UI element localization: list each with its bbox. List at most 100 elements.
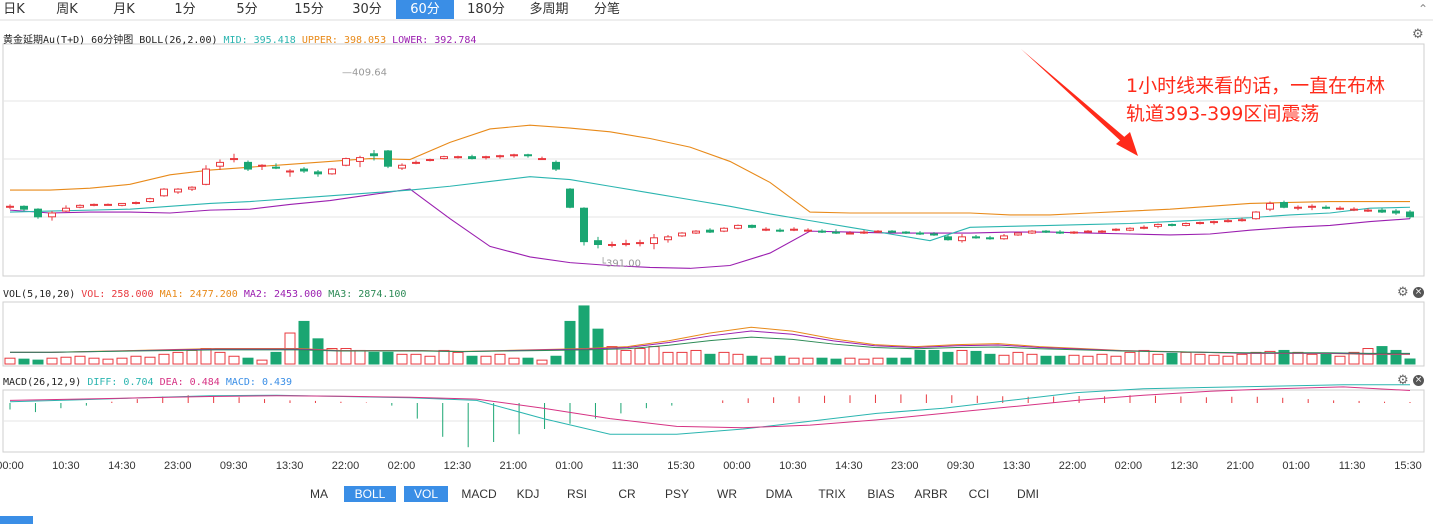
candle-body <box>1392 210 1400 214</box>
candle-body <box>888 230 896 233</box>
candle-body <box>860 231 868 234</box>
volume-bar <box>410 353 422 365</box>
candle-body <box>384 150 392 167</box>
x-axis-tick-label: 22:00 <box>1058 460 1087 472</box>
indicator-tab[interactable]: WR <box>707 486 747 502</box>
volume-bar <box>158 353 170 365</box>
boll-mid-value: MID: 395.418 <box>223 35 296 46</box>
x-axis-tick-label: 00:00 <box>0 460 24 472</box>
candle-body <box>398 164 406 169</box>
candle-body <box>580 207 588 243</box>
macd-header: MACD(26,12,9) DIFF: 0.704 DEA: 0.484 MAC… <box>3 377 292 388</box>
volume-bar <box>788 357 800 365</box>
candle-body <box>440 156 448 160</box>
volume-bar <box>522 357 534 365</box>
candle-body <box>1252 211 1260 220</box>
candle-body <box>664 236 672 241</box>
vol-ma3-line <box>10 336 1410 354</box>
candle-body <box>804 229 812 232</box>
candle-body <box>832 231 840 234</box>
candle-body <box>1084 230 1092 233</box>
candle-body <box>1182 222 1190 226</box>
volume-bar <box>228 355 240 365</box>
volume-bar <box>914 349 926 365</box>
boll-settings-gear-icon[interactable]: ⚙ <box>1412 27 1424 42</box>
candle-body <box>720 227 728 232</box>
volume-bar <box>1334 355 1346 365</box>
volume-bar <box>46 357 58 365</box>
volume-bar <box>74 355 86 365</box>
candle-body <box>258 164 266 167</box>
volume-bar <box>18 358 30 365</box>
indicator-tab[interactable]: MACD <box>454 486 504 502</box>
volume-bar <box>550 355 562 365</box>
candle-body <box>1322 206 1330 209</box>
candle-body <box>1210 221 1218 224</box>
candle-body <box>118 202 126 206</box>
volume-bar <box>1222 355 1234 365</box>
volume-bar <box>1250 351 1262 365</box>
volume-bar <box>242 357 254 365</box>
volume-bar <box>634 348 646 365</box>
indicator-tab[interactable]: DMI <box>1007 486 1049 502</box>
candle-body <box>48 212 56 218</box>
candle-body <box>1406 211 1414 218</box>
volume-bar <box>1194 353 1206 365</box>
candle-body <box>972 236 980 239</box>
volume-bar <box>704 353 716 365</box>
indicator-tab[interactable]: CR <box>607 486 647 502</box>
candle-body <box>944 236 952 241</box>
candle-body <box>1042 230 1050 233</box>
x-axis-tick-label: 23:00 <box>163 460 192 472</box>
corner-tab[interactable] <box>0 516 33 524</box>
indicator-tab[interactable]: ARBR <box>909 486 953 502</box>
volume-bar <box>774 355 786 365</box>
candle-body <box>1000 235 1008 240</box>
volume-bar <box>648 346 660 365</box>
x-axis-tick-label: 01:00 <box>1282 460 1310 472</box>
indicator-tab[interactable]: PSY <box>657 486 697 502</box>
candle-body <box>846 232 854 235</box>
candle-body <box>538 158 546 161</box>
indicator-tab[interactable]: KDJ <box>505 486 551 502</box>
candle-body <box>552 161 560 170</box>
indicator-tab[interactable]: DMA <box>757 486 801 502</box>
candle-body <box>1070 231 1078 234</box>
volume-bar <box>732 353 744 365</box>
indicator-tab[interactable]: BOLL <box>344 486 396 502</box>
macd-settings-gear-icon[interactable]: ⚙ <box>1397 373 1409 388</box>
macd-macd-value: MACD: 0.439 <box>225 377 293 388</box>
volume-bar <box>144 356 156 365</box>
volume-bar <box>256 359 268 365</box>
volume-bar <box>830 358 842 365</box>
vol-settings-gear-icon[interactable]: ⚙ <box>1397 285 1409 300</box>
boll-title: 黄金延期Au(T+D) 60分钟图 BOLL(26,2.00) <box>3 35 218 46</box>
boll-header: 黄金延期Au(T+D) 60分钟图 BOLL(26,2.00) MID: 395… <box>3 31 476 46</box>
candle-body <box>412 161 420 164</box>
macd-close-icon[interactable]: × <box>1413 375 1424 386</box>
vol-value: VOL: 258.000 <box>81 289 154 300</box>
volume-bar <box>886 357 898 365</box>
indicator-tab[interactable]: RSI <box>557 486 597 502</box>
indicator-tab[interactable]: MA <box>296 486 342 502</box>
indicator-tab[interactable]: CCI <box>959 486 999 502</box>
volume-bar <box>1292 351 1304 365</box>
indicator-tab[interactable]: BIAS <box>859 486 903 502</box>
x-axis-tick-label: 09:30 <box>219 460 248 472</box>
candle-body <box>454 156 462 159</box>
indicator-tab-bar: MA BOLL VOL MACD KDJ RSI CR PSY WR DMA TRIX BIAS ARB… <box>0 484 1433 504</box>
vol-ma2-line <box>10 330 1410 355</box>
candle-body <box>230 158 238 161</box>
volume-bar <box>872 357 884 365</box>
candle-body <box>986 237 994 240</box>
annotation-line-2: 轨道393-399区间震荡 <box>1126 103 1320 125</box>
candle-body <box>1280 201 1288 208</box>
volume-bar <box>4 357 16 365</box>
indicator-tab[interactable]: VOL <box>404 486 448 502</box>
candle-body <box>1336 207 1344 210</box>
vol-close-icon[interactable]: × <box>1413 287 1424 298</box>
macd-dea-line <box>9 386 1411 429</box>
volume-bar <box>984 353 996 365</box>
indicator-tab[interactable]: TRIX <box>809 486 855 502</box>
volume-bar <box>718 351 730 365</box>
